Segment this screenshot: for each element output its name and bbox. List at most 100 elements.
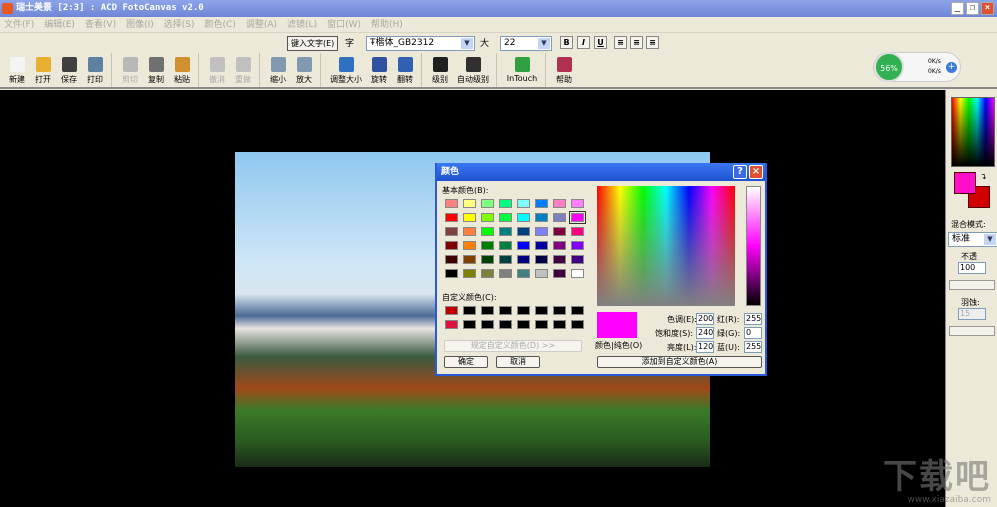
color-swatch[interactable] — [535, 199, 548, 208]
menu-item[interactable]: 文件(F) — [4, 17, 34, 32]
color-swatch[interactable] — [445, 255, 458, 264]
color-swatch[interactable] — [481, 255, 494, 264]
toolbar-button[interactable]: 打印 — [82, 53, 108, 87]
align-left-button[interactable]: ≡ — [614, 36, 627, 49]
color-swatch[interactable] — [571, 241, 584, 250]
color-swatch[interactable] — [553, 306, 566, 315]
toolbar-button[interactable]: 复制 — [143, 53, 169, 87]
color-swatch[interactable] — [535, 241, 548, 250]
toolbar-button[interactable]: 保存 — [56, 53, 82, 87]
color-swatch[interactable] — [517, 227, 530, 236]
green-input[interactable]: 0 — [744, 327, 762, 339]
underline-button[interactable]: U — [594, 36, 607, 49]
toolbar-button[interactable]: 放大 — [291, 53, 317, 87]
toolbar-button[interactable]: 帮助 — [551, 53, 577, 87]
color-swatch[interactable] — [481, 306, 494, 315]
color-swatch[interactable] — [445, 269, 458, 278]
opacity-slider[interactable] — [949, 280, 995, 290]
font-select[interactable]: Ŧ楷体_GB2312 ▼ — [366, 36, 475, 51]
color-swatch[interactable] — [553, 320, 566, 329]
size-select[interactable]: 22 ▼ — [500, 36, 552, 51]
color-swatch[interactable] — [571, 255, 584, 264]
color-swatch[interactable] — [499, 227, 512, 236]
network-widget[interactable]: 56% 0K/s 0K/s + — [873, 52, 961, 82]
color-swatch[interactable] — [571, 227, 584, 236]
hue-input[interactable]: 200 — [696, 313, 714, 325]
cancel-button[interactable]: 取消 — [496, 356, 540, 368]
blend-mode-select[interactable]: 标准 ▼ — [948, 232, 997, 247]
color-swatch[interactable] — [535, 213, 548, 222]
color-swatch[interactable] — [535, 255, 548, 264]
menu-item[interactable]: 图像(I) — [126, 17, 154, 32]
minimize-button[interactable]: _ — [951, 2, 964, 15]
toolbar-button[interactable]: InTouch — [502, 53, 542, 87]
color-swatch[interactable] — [445, 241, 458, 250]
color-swatch[interactable] — [499, 320, 512, 329]
color-swatch[interactable] — [571, 199, 584, 208]
color-picker[interactable] — [951, 97, 995, 167]
color-swatch[interactable] — [499, 213, 512, 222]
menu-item[interactable]: 调整(A) — [246, 17, 277, 32]
color-swatch[interactable] — [553, 213, 566, 222]
color-swatch[interactable] — [463, 320, 476, 329]
color-swatch[interactable] — [571, 306, 584, 315]
opacity-input[interactable]: 100 — [958, 262, 986, 274]
input-text-button[interactable]: 键入文字(E) — [287, 36, 339, 51]
toolbar-button[interactable]: 缩小 — [265, 53, 291, 87]
bold-button[interactable]: B — [560, 36, 573, 49]
restore-button[interactable]: ❐ — [966, 2, 979, 15]
color-swatch[interactable] — [517, 269, 530, 278]
toolbar-button[interactable]: 级别 — [427, 53, 453, 87]
color-swatch[interactable] — [481, 241, 494, 250]
menu-item[interactable]: 颜色(C) — [205, 17, 236, 32]
color-swatch[interactable] — [445, 320, 458, 329]
color-swatch[interactable] — [553, 227, 566, 236]
color-swatch[interactable] — [445, 213, 458, 222]
color-swatch[interactable] — [463, 213, 476, 222]
color-swatch[interactable] — [499, 199, 512, 208]
color-swatch[interactable] — [517, 241, 530, 250]
color-swatch[interactable] — [481, 199, 494, 208]
color-swatch[interactable] — [517, 306, 530, 315]
foreground-color-swatch[interactable] — [954, 172, 976, 194]
color-swatch[interactable] — [517, 320, 530, 329]
close-button[interactable]: × — [981, 2, 994, 15]
plus-icon[interactable]: + — [946, 62, 957, 73]
color-swatch[interactable] — [463, 199, 476, 208]
help-button[interactable]: ? — [733, 165, 747, 179]
menu-item[interactable]: 查看(V) — [85, 17, 116, 32]
feather-slider[interactable] — [949, 326, 995, 336]
menu-item[interactable]: 滤镜(L) — [287, 17, 317, 32]
lum-input[interactable]: 120 — [696, 341, 714, 353]
define-custom-colors-button[interactable]: 规定自定义颜色(D) >> — [444, 340, 582, 352]
color-swatch[interactable] — [499, 269, 512, 278]
toolbar-button[interactable]: 打开 — [30, 53, 56, 87]
color-swatch[interactable] — [517, 199, 530, 208]
color-swatch[interactable] — [463, 306, 476, 315]
sat-input[interactable]: 240 — [696, 327, 714, 339]
color-swatch[interactable] — [499, 255, 512, 264]
color-spectrum[interactable] — [597, 186, 735, 306]
align-right-button[interactable]: ≡ — [646, 36, 659, 49]
blue-input[interactable]: 255 — [744, 341, 762, 353]
color-swatch[interactable] — [499, 241, 512, 250]
menu-item[interactable]: 帮助(H) — [371, 17, 403, 32]
color-swatch[interactable] — [445, 227, 458, 236]
color-swatch[interactable] — [481, 213, 494, 222]
color-swatch[interactable] — [571, 320, 584, 329]
color-swatch[interactable] — [463, 227, 476, 236]
feather-input[interactable]: 15 — [958, 308, 986, 320]
swap-colors-icon[interactable]: ↴ — [980, 172, 987, 181]
color-swatch[interactable] — [481, 269, 494, 278]
menu-item[interactable]: 窗口(W) — [327, 17, 361, 32]
toolbar-button[interactable]: 自动级别 — [453, 53, 493, 87]
color-swatch[interactable] — [535, 269, 548, 278]
color-swatch[interactable] — [481, 227, 494, 236]
toolbar-button[interactable]: 剪切 — [117, 53, 143, 87]
color-swatch[interactable] — [553, 241, 566, 250]
add-custom-color-button[interactable]: 添加到自定义颜色(A) — [597, 356, 762, 368]
color-swatch[interactable] — [553, 255, 566, 264]
color-swatch[interactable] — [517, 213, 530, 222]
color-swatch[interactable] — [481, 320, 494, 329]
color-swatch[interactable] — [463, 269, 476, 278]
